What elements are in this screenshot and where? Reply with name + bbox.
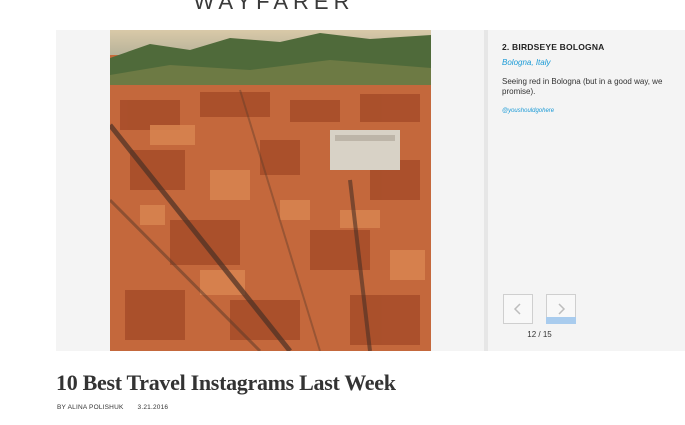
slide-progress-bar (546, 317, 576, 324)
slide-title: 2. BIRDSEYE BOLOGNA (502, 42, 605, 52)
site-logo[interactable]: WAYFARER (0, 0, 548, 13)
location-city-link[interactable]: Bologna (502, 58, 531, 67)
rooftops-illustration (110, 30, 431, 351)
chevron-left-icon (513, 303, 521, 315)
previous-slide-button[interactable] (503, 294, 533, 324)
slide-photo-bologna-rooftops (110, 30, 431, 351)
instagram-handle-link[interactable]: @youshouldgohere (502, 108, 685, 114)
location-separator: , (531, 58, 534, 67)
chevron-right-icon (558, 303, 566, 315)
article-byline: BY ALINA POLISHUK 3.21.2016 (57, 404, 168, 411)
slide-info-panel: 2. BIRDSEYE BOLOGNA Bologna, Italy Seein… (484, 30, 685, 351)
article-title: 10 Best Travel Instagrams Last Week (56, 370, 396, 395)
slide-counter: 12 / 15 (527, 330, 552, 339)
author-name[interactable]: BY ALINA POLISHUK (57, 404, 124, 411)
slide-caption: Seeing red in Bologna (but in a good way… (502, 77, 663, 96)
next-slide-button[interactable] (546, 294, 576, 324)
photo-slideshow: 2. BIRDSEYE BOLOGNA Bologna, Italy Seein… (56, 30, 685, 351)
location-country-link[interactable]: Italy (536, 58, 551, 67)
slide-location: Bologna, Italy (502, 58, 685, 67)
publish-date: 3.21.2016 (137, 404, 169, 411)
